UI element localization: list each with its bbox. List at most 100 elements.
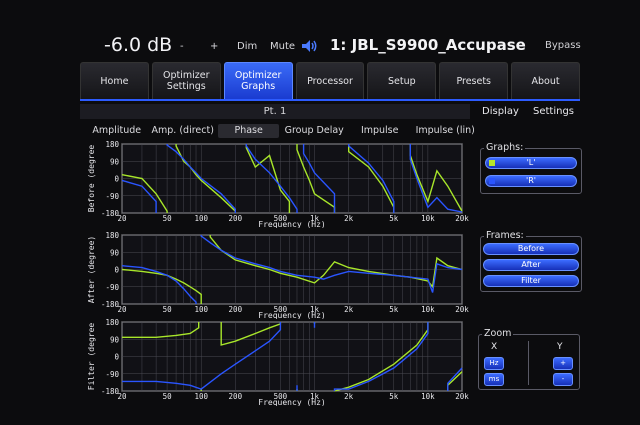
zoom-x-label: X xyxy=(491,342,498,352)
frames-panel: Frames: Before After Filter xyxy=(480,230,582,292)
filter-graph[interactable]: 180 90 0 -90 -180 20 50 100 200 500 1k 2k 5k 10k 20k Fr… xyxy=(86,318,476,406)
y-axis-label: After (degree) xyxy=(87,236,96,303)
tab-setup[interactable]: Setup xyxy=(367,62,437,100)
graph-type-tabs: Amplitude Amp. (direct) Phase Group Dela… xyxy=(86,124,476,138)
zoom-x-hz-button[interactable]: Hz xyxy=(484,357,504,370)
tab-amplitude[interactable]: Amplitude xyxy=(86,124,148,138)
bypass-button[interactable]: Bypass xyxy=(545,40,581,51)
x-tick-label: 100 xyxy=(194,392,208,401)
x-tick-label: 50 xyxy=(163,392,173,401)
graphs-panel: Graphs: 'L' 'R' xyxy=(480,142,582,194)
x-tick-label: 20k xyxy=(455,214,469,223)
tab-label: Home xyxy=(100,75,129,87)
zoom-panel: Zoom X Y Hz ms + - xyxy=(478,328,580,390)
tab-phase[interactable]: Phase xyxy=(217,124,280,138)
after-phase-chart[interactable]: 180900-90-18020 50 100 200 500 1k 2k 5k 10k 20kFr… xyxy=(86,231,476,319)
frame-before-button[interactable]: Before xyxy=(483,243,579,255)
x-tick-label: 20 xyxy=(117,305,127,314)
series-r-swatch xyxy=(489,178,495,184)
x-tick-label: 100 xyxy=(194,305,208,314)
x-tick-label: 20 xyxy=(117,214,127,223)
display-tab[interactable]: Display xyxy=(482,106,519,117)
graphs-panel-title: Graphs: xyxy=(484,142,526,153)
filter-phase-chart[interactable]: 180900-90-18020 50 100 200 500 1k 2k 5k 10k 20kFr… xyxy=(86,318,476,406)
x-tick-label: 2k xyxy=(344,392,354,401)
y-axis-label: Filter (degree xyxy=(87,323,96,391)
tab-label: Presets xyxy=(456,75,492,87)
x-tick-label: 20k xyxy=(455,392,469,401)
y-tick-label: 90 xyxy=(110,248,120,257)
x-axis-label: Frequency (Hz) xyxy=(258,398,325,406)
x-tick-label: 200 xyxy=(229,392,243,401)
x-tick-label: 50 xyxy=(163,214,173,223)
tab-group-delay[interactable]: Group Delay xyxy=(283,124,345,138)
zoom-x-ms-button[interactable]: ms xyxy=(484,373,504,386)
tab-optimizer-graphs[interactable]: Optimizer Graphs xyxy=(223,62,293,100)
y-tick-label: 0 xyxy=(114,353,119,362)
y-tick-label: 0 xyxy=(114,266,119,275)
tab-processor[interactable]: Processor xyxy=(295,62,365,100)
volume-readout: -6.0 dB xyxy=(104,34,173,56)
nav-divider xyxy=(80,99,580,101)
dim-button[interactable]: Dim xyxy=(237,41,257,53)
zoom-y-in-button[interactable]: + xyxy=(553,357,573,370)
x-tick-label: 100 xyxy=(194,214,208,223)
x-tick-label: 2k xyxy=(344,214,354,223)
tab-optimizer-settings[interactable]: Optimizer Settings xyxy=(151,62,221,100)
tab-about[interactable]: About xyxy=(511,62,581,100)
frame-filter-button[interactable]: Filter xyxy=(483,275,579,287)
volume-down-button[interactable]: - xyxy=(180,41,184,53)
y-tick-label: -90 xyxy=(105,370,119,379)
x-tick-label: 20k xyxy=(455,305,469,314)
tab-home[interactable]: Home xyxy=(80,62,149,100)
point-selector[interactable]: Pt. 1 xyxy=(80,104,470,119)
volume-up-button[interactable]: + xyxy=(210,41,218,53)
x-axis-label: Frequency (Hz) xyxy=(258,220,325,228)
main-nav: Home Optimizer Settings Optimizer Graphs… xyxy=(80,62,581,100)
series-l-swatch xyxy=(489,160,495,166)
x-tick-label: 10k xyxy=(421,214,435,223)
tab-impulse-lin[interactable]: Impulse (lin) xyxy=(414,124,476,138)
tab-label: Processor xyxy=(307,75,353,87)
y-tick-label: 90 xyxy=(110,335,120,344)
y-axis-label: Before (degree xyxy=(87,145,96,213)
x-tick-label: 2k xyxy=(344,305,354,314)
after-graph[interactable]: 180 90 0 -90 -180 20 50 100 200 500 1k 2k 5k 10k 20k Fr… xyxy=(86,231,476,319)
mute-button[interactable]: Mute xyxy=(270,41,295,53)
x-tick-label: 5k xyxy=(389,392,399,401)
x-tick-label: 10k xyxy=(421,392,435,401)
frame-after-button[interactable]: After xyxy=(483,259,579,271)
tab-label: Optimizer Graphs xyxy=(234,70,282,92)
frames-panel-title: Frames: xyxy=(484,230,526,241)
x-tick-label: 50 xyxy=(163,305,173,314)
tab-label: Setup xyxy=(388,75,416,87)
y-tick-label: -90 xyxy=(105,192,119,201)
graph-toggle-label: 'R' xyxy=(526,176,536,185)
zoom-panel-title: Zoom xyxy=(482,328,514,339)
x-tick-label: 5k xyxy=(389,305,399,314)
x-tick-label: 10k xyxy=(421,305,435,314)
x-tick-label: 200 xyxy=(229,305,243,314)
tab-amp-direct[interactable]: Amp. (direct) xyxy=(152,124,214,138)
tab-impulse[interactable]: Impulse xyxy=(349,124,411,138)
settings-tab[interactable]: Settings xyxy=(533,106,574,117)
zoom-y-label: Y xyxy=(557,342,563,352)
speaker-icon[interactable] xyxy=(300,38,320,58)
graph-toggle-label: 'L' xyxy=(526,158,536,167)
graph-toggle-l[interactable]: 'L' xyxy=(485,157,577,169)
before-graph[interactable]: 180 90 0 -90 -180 20 50 100 200 500 1k 2k 5k 10k 20k Fr… xyxy=(86,140,476,228)
y-tick-label: 180 xyxy=(105,140,119,149)
tab-label: Optimizer Settings xyxy=(163,70,210,92)
x-tick-label: 200 xyxy=(229,214,243,223)
y-tick-label: 180 xyxy=(105,318,119,327)
tab-presets[interactable]: Presets xyxy=(439,62,509,100)
preset-title: 1: JBL_S9900_Accupase xyxy=(330,36,526,54)
before-phase-chart[interactable]: 180900-90-18020 50 100 200 500 1k 2k 5k 10k 20kFr… xyxy=(86,140,476,228)
y-tick-label: -90 xyxy=(105,283,119,292)
zoom-y-out-button[interactable]: - xyxy=(553,373,573,386)
graph-toggle-r[interactable]: 'R' xyxy=(485,175,577,187)
x-tick-label: 20 xyxy=(117,392,127,401)
y-tick-label: 90 xyxy=(110,157,120,166)
tab-label: About xyxy=(531,75,560,87)
y-tick-label: 0 xyxy=(114,175,119,184)
